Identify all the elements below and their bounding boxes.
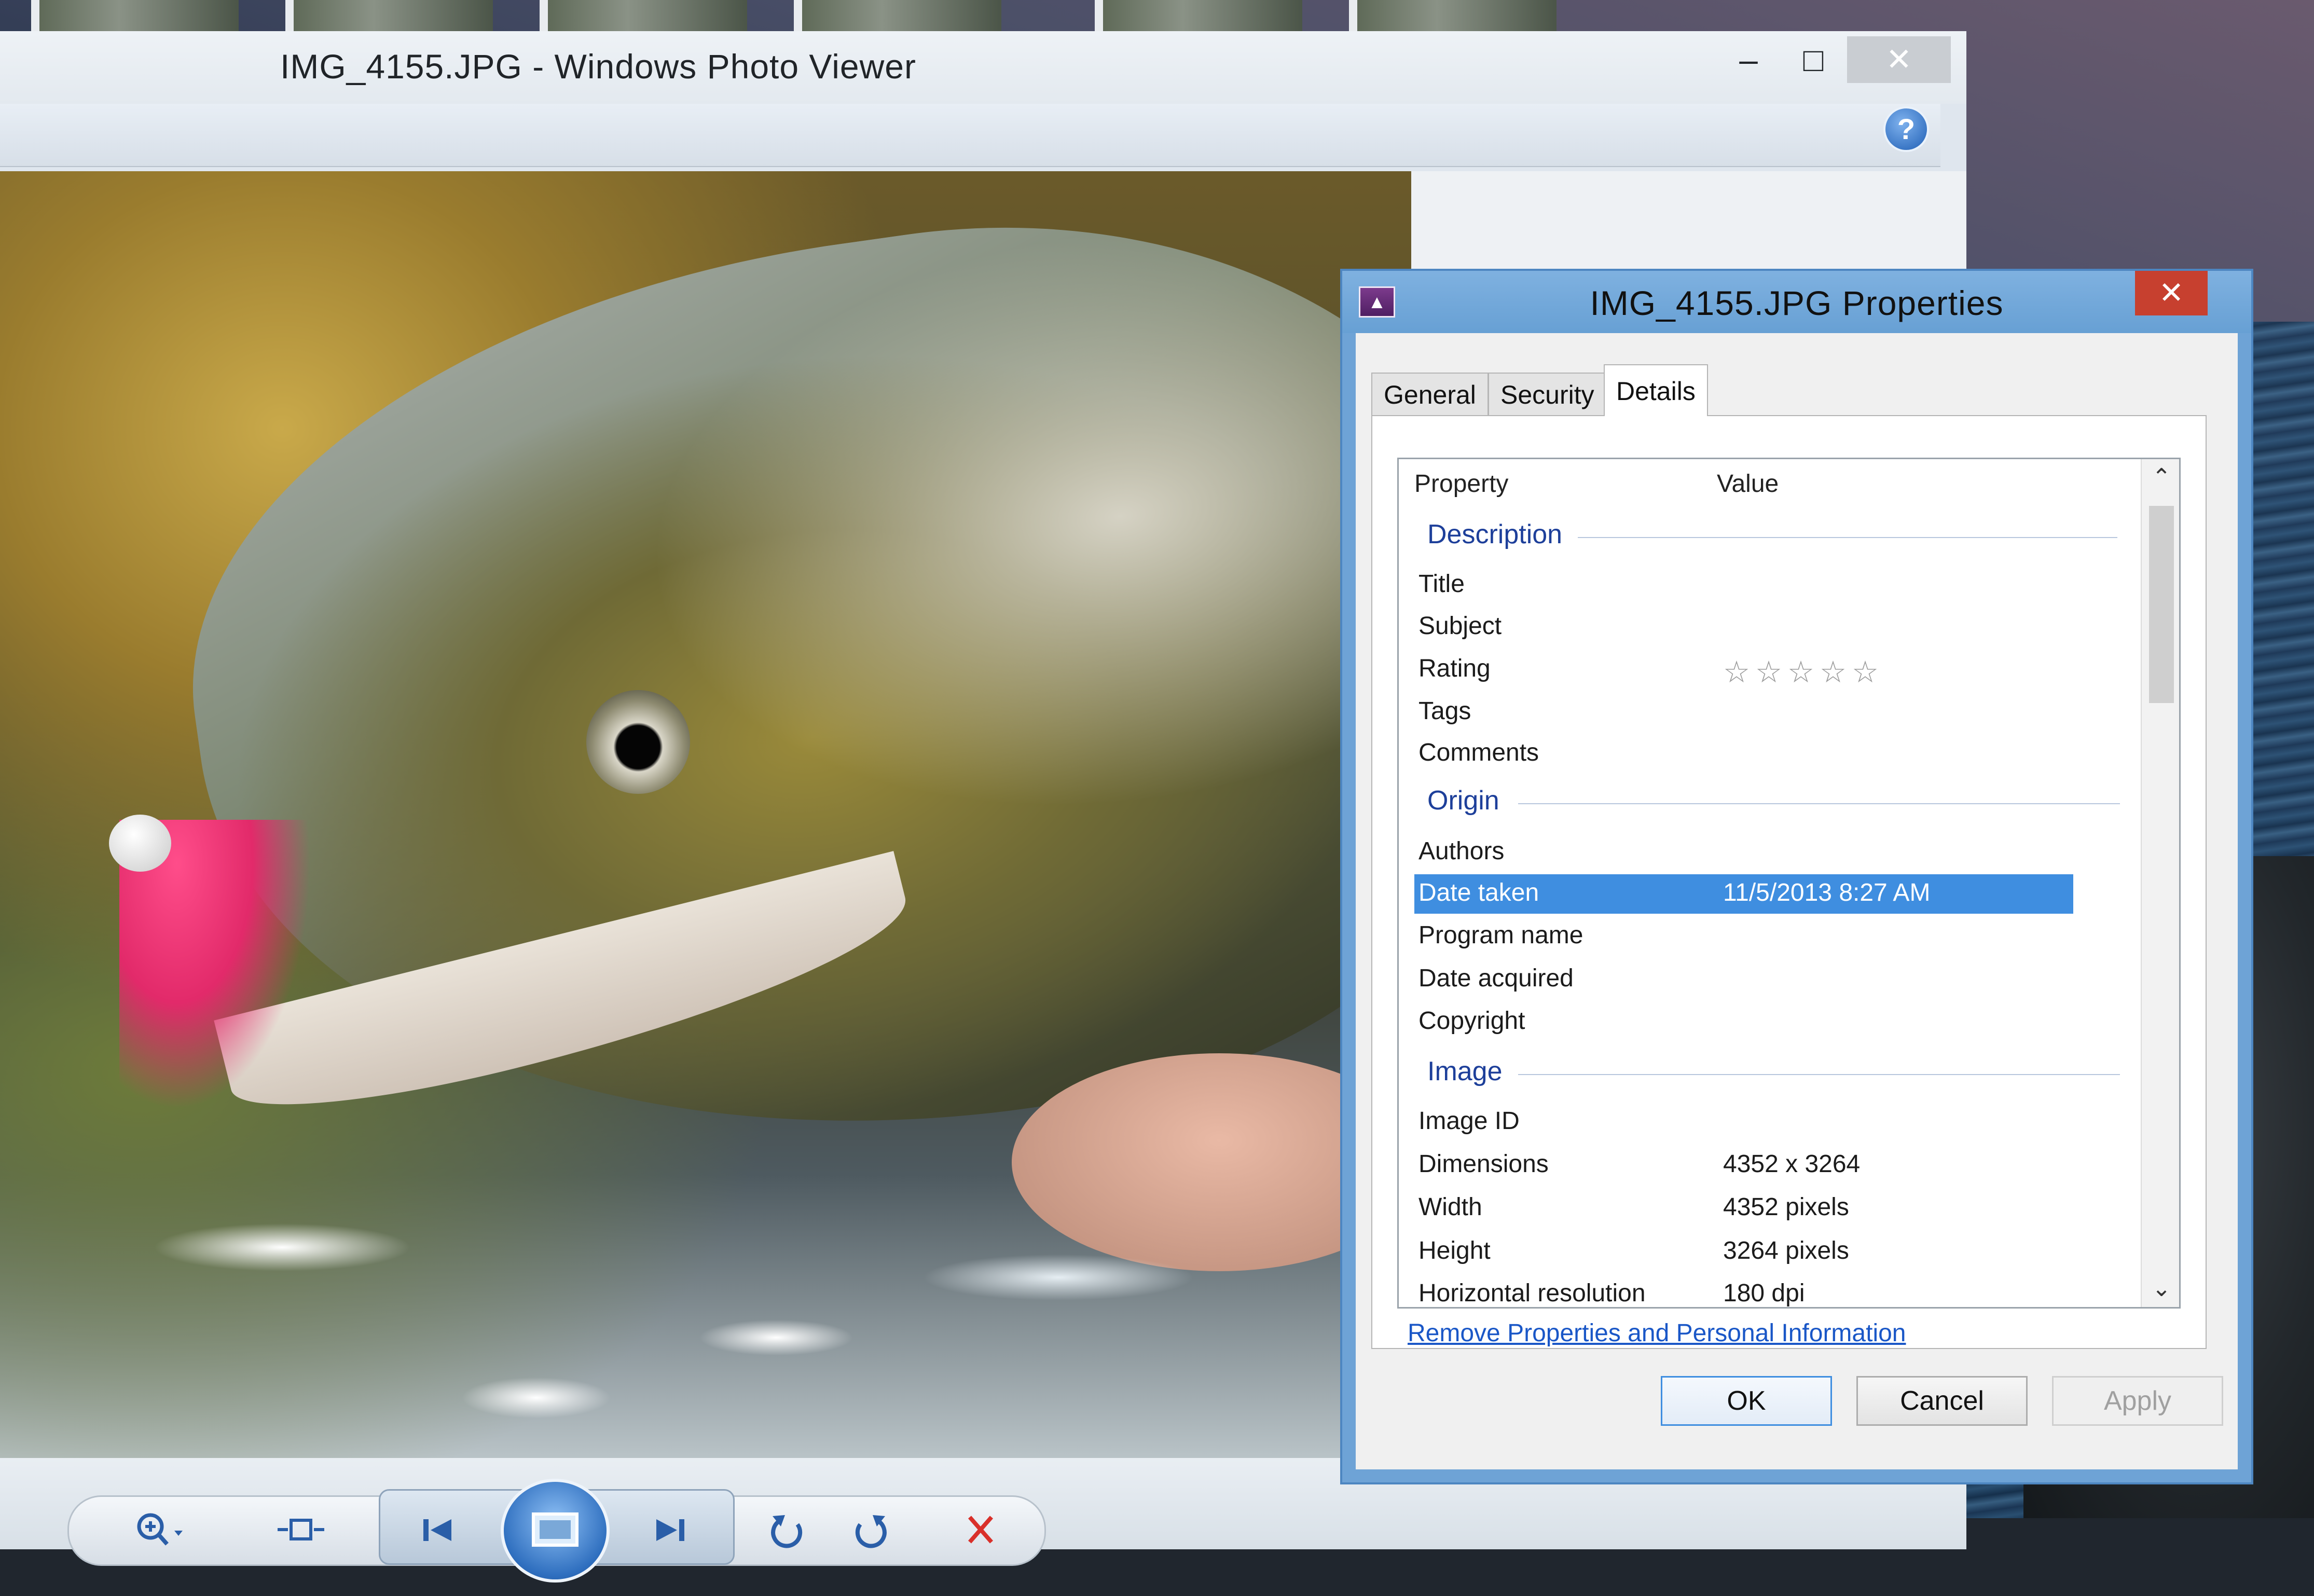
row-key: Image ID [1418, 1107, 1520, 1135]
minimize-button[interactable]: – [1717, 36, 1780, 83]
row-key: Subject [1418, 612, 1502, 640]
tab-security[interactable]: Security [1488, 373, 1607, 415]
thumbnail-strip [0, 0, 1660, 33]
remove-properties-link[interactable]: Remove Properties and Personal Informati… [1408, 1319, 1906, 1347]
row-key: Dimensions [1418, 1150, 1549, 1178]
row-key: Width [1418, 1193, 1482, 1221]
row-key: Title [1418, 570, 1465, 598]
dialog-close-button[interactable]: ✕ [2135, 271, 2208, 315]
row-height[interactable]: Height 3264 pixels [1414, 1232, 2073, 1272]
photo-canvas [0, 171, 1411, 1458]
close-button[interactable]: ✕ [1847, 36, 1951, 83]
group-divider [1518, 1074, 2120, 1075]
water-reflections [0, 1157, 1411, 1458]
column-header-value[interactable]: Value [1717, 470, 1779, 498]
row-authors[interactable]: Authors [1414, 833, 2073, 872]
row-value: 180 dpi [1723, 1279, 1805, 1307]
rotate-counterclockwise-icon[interactable] [760, 1510, 817, 1549]
apply-button[interactable]: Apply [2052, 1376, 2223, 1426]
row-key: Horizontal resolution [1418, 1279, 1646, 1307]
delete-icon[interactable] [952, 1510, 1009, 1549]
row-subject[interactable]: Subject [1414, 608, 2073, 647]
row-key: Program name [1418, 921, 1583, 949]
rating-stars-icon[interactable]: ☆☆☆☆☆ [1723, 654, 1884, 690]
row-image-id[interactable]: Image ID [1414, 1103, 2073, 1142]
row-comments[interactable]: Comments [1414, 734, 2073, 774]
group-origin: Origin [1427, 786, 1499, 816]
group-divider [1578, 537, 2117, 538]
row-key: Date acquired [1418, 965, 1574, 992]
column-header-property[interactable]: Property [1414, 470, 1508, 498]
viewer-title: IMG_4155.JPG - Windows Photo Viewer [280, 47, 916, 86]
thumbnail[interactable] [540, 0, 747, 31]
dialog-title: IMG_4155.JPG Properties [1590, 284, 2004, 322]
row-tags[interactable]: Tags [1414, 693, 2073, 732]
slideshow-icon[interactable] [501, 1479, 610, 1583]
row-date-taken[interactable]: Date taken 11/5/2013 8:27 AM [1414, 874, 2073, 914]
row-key: Height [1418, 1237, 1491, 1264]
row-value: 3264 pixels [1723, 1237, 1849, 1264]
previous-icon[interactable] [410, 1510, 467, 1549]
tab-details[interactable]: Details [1604, 364, 1708, 416]
row-program-name[interactable]: Program name [1414, 917, 2073, 956]
thumbnail[interactable] [31, 0, 239, 31]
row-rating[interactable]: Rating ☆☆☆☆☆ [1414, 650, 2073, 690]
rotate-clockwise-icon[interactable] [841, 1510, 898, 1549]
row-key: Tags [1418, 697, 1471, 725]
next-icon[interactable] [641, 1510, 698, 1549]
group-divider [1518, 803, 2120, 804]
thumbnail[interactable] [794, 0, 1001, 31]
row-value: 4352 x 3264 [1723, 1150, 1861, 1178]
row-value: 11/5/2013 8:27 AM [1723, 879, 1931, 906]
lure-head [109, 815, 171, 872]
properties-dialog: ▲ IMG_4155.JPG Properties ✕ General Secu… [1340, 269, 2253, 1484]
group-description: Description [1427, 519, 1563, 549]
tab-general[interactable]: General [1371, 373, 1489, 415]
details-list[interactable]: Property Value Description Title Subject… [1397, 458, 2181, 1309]
thumbnail[interactable] [1095, 0, 1302, 31]
dialog-titlebar: ▲ IMG_4155.JPG Properties ✕ [1342, 271, 2251, 333]
scroll-down-icon[interactable]: ⌄ [2142, 1271, 2179, 1307]
row-value: 4352 pixels [1723, 1193, 1849, 1221]
scroll-thumb[interactable] [2149, 506, 2174, 703]
thumbnail[interactable] [1349, 0, 1557, 31]
thumbnail[interactable] [285, 0, 493, 31]
cancel-button[interactable]: Cancel [1856, 1376, 2028, 1426]
row-width[interactable]: Width 4352 pixels [1414, 1189, 2073, 1228]
salmon-eye [586, 690, 690, 794]
maximize-button[interactable]: □ [1780, 36, 1847, 83]
row-key: Authors [1418, 837, 1505, 865]
row-date-acquired[interactable]: Date acquired [1414, 960, 2073, 999]
zoom-icon[interactable] [130, 1510, 187, 1549]
group-image: Image [1427, 1056, 1503, 1086]
row-horizontal-resolution[interactable]: Horizontal resolution 180 dpi [1414, 1275, 2073, 1307]
row-key: Copyright [1418, 1007, 1525, 1035]
help-icon[interactable]: ? [1883, 106, 1929, 152]
row-dimensions[interactable]: Dimensions 4352 x 3264 [1414, 1146, 2073, 1185]
scroll-up-icon[interactable]: ⌃ [2142, 459, 2179, 496]
row-key: Date taken [1418, 879, 1539, 906]
actual-size-icon[interactable] [272, 1510, 329, 1549]
row-key: Comments [1418, 739, 1539, 766]
row-title[interactable]: Title [1414, 566, 2073, 605]
row-key: Rating [1418, 655, 1491, 682]
dialog-body: General Security Details Property Value … [1356, 333, 2238, 1469]
viewer-toolbar [0, 104, 1940, 167]
ok-button[interactable]: OK [1661, 1376, 1832, 1426]
viewer-titlebar: IMG_4155.JPG - Windows Photo Viewer – □ … [0, 31, 1966, 104]
row-copyright[interactable]: Copyright [1414, 1002, 2073, 1042]
details-scrollbar[interactable]: ⌃ ⌄ [2141, 459, 2179, 1307]
